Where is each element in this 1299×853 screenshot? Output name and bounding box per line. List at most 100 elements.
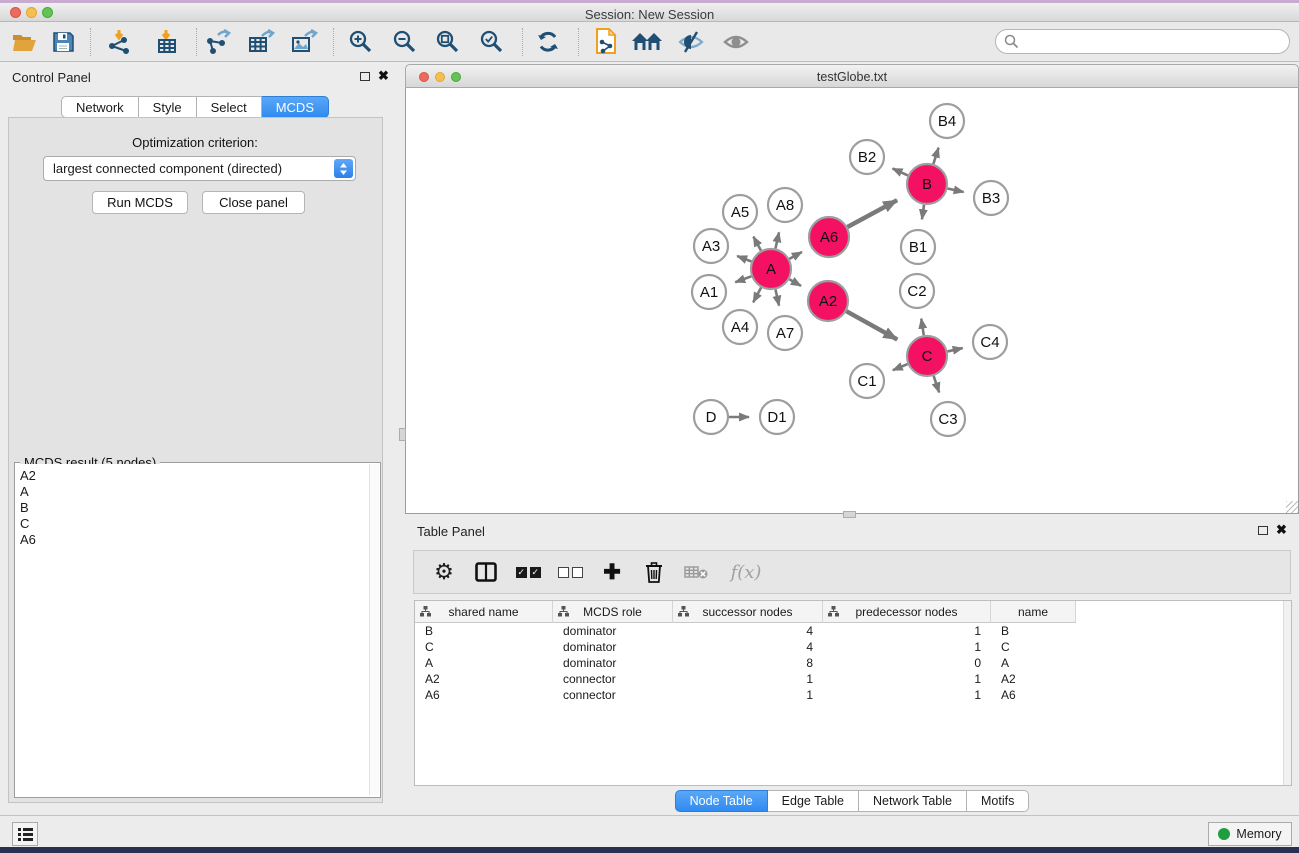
edge-A-A4[interactable] xyxy=(753,288,761,303)
tab-select[interactable]: Select xyxy=(197,96,262,118)
tree-hierarchy-icon xyxy=(828,606,839,617)
edge-A6-B[interactable] xyxy=(847,200,897,227)
network-from-document-icon[interactable] xyxy=(590,27,622,57)
zoom-selected-icon[interactable] xyxy=(476,27,508,57)
edge-C-C3[interactable] xyxy=(934,376,940,393)
search-field[interactable] xyxy=(995,29,1290,54)
tab-network[interactable]: Network xyxy=(61,96,139,118)
zoom-in-icon[interactable] xyxy=(345,27,377,57)
column-header-successor-nodes[interactable]: successor nodes xyxy=(673,601,823,623)
table-scrollbar[interactable] xyxy=(1283,601,1291,785)
edge-C-C2[interactable] xyxy=(921,319,924,336)
unselect-all-columns-icon[interactable] xyxy=(556,558,584,586)
result-item[interactable]: C xyxy=(20,516,368,532)
table-cell: 1 xyxy=(673,687,823,703)
toolbar-separator xyxy=(333,28,334,56)
network-graph[interactable]: B4B2BB3B1C2A5A8A6A3AA1A2A4A7C4CC1C3DD1 xyxy=(406,88,1298,512)
close-panel-button[interactable]: Close panel xyxy=(202,191,305,214)
search-input[interactable] xyxy=(1019,35,1269,49)
criterion-dropdown-value: largest connected component (directed) xyxy=(53,161,282,176)
show-graphics-details-icon[interactable] xyxy=(720,27,752,57)
show-column-icon[interactable] xyxy=(472,558,500,586)
table-header-row[interactable]: shared nameMCDS rolesuccessor nodesprede… xyxy=(415,601,1291,623)
run-mcds-button[interactable]: Run MCDS xyxy=(92,191,188,214)
tab-edge-table[interactable]: Edge Table xyxy=(768,790,859,812)
memory-button[interactable]: Memory xyxy=(1208,822,1292,846)
edge-B-B1[interactable] xyxy=(922,205,924,219)
table-row[interactable]: Bdominator41B xyxy=(415,623,1291,639)
zoom-fit-icon[interactable] xyxy=(432,27,464,57)
edge-B-B4[interactable] xyxy=(933,148,938,164)
edge-A-A2[interactable] xyxy=(789,279,801,286)
close-panel-icon[interactable]: ✖ xyxy=(378,71,389,81)
table-row[interactable]: Adominator80A xyxy=(415,655,1291,671)
tab-network-table[interactable]: Network Table xyxy=(859,790,967,812)
edge-A-A5[interactable] xyxy=(753,237,761,251)
resize-grip[interactable] xyxy=(1286,501,1298,513)
tab-motifs[interactable]: Motifs xyxy=(967,790,1029,812)
export-network-icon[interactable] xyxy=(202,27,234,57)
result-item[interactable]: A2 xyxy=(20,468,368,484)
node-label-B3: B3 xyxy=(982,190,1000,207)
mcds-result-scrollbar[interactable] xyxy=(369,464,379,795)
node-table[interactable]: shared nameMCDS rolesuccessor nodesprede… xyxy=(414,600,1292,786)
table-row[interactable]: A2connector11A2 xyxy=(415,671,1291,687)
edge-A-A7[interactable] xyxy=(775,290,779,306)
edge-B-B3[interactable] xyxy=(948,188,964,192)
column-header-name[interactable]: name xyxy=(991,601,1076,623)
network-frame-titlebar[interactable]: testGlobe.txt xyxy=(405,64,1299,88)
edge-C-C4[interactable] xyxy=(947,348,962,351)
add-column-icon[interactable]: ✚ xyxy=(598,558,626,586)
table-cell: B xyxy=(991,623,1076,639)
column-header-MCDS-role[interactable]: MCDS role xyxy=(553,601,673,623)
result-item[interactable]: A xyxy=(20,484,368,500)
open-session-icon[interactable] xyxy=(9,27,41,57)
node-label-A4: A4 xyxy=(731,319,749,336)
export-table-icon[interactable] xyxy=(245,27,277,57)
function-builder-icon[interactable]: f(x) xyxy=(724,558,768,586)
splitter-handle[interactable] xyxy=(843,511,856,518)
table-options-gear-icon[interactable]: ⚙ xyxy=(430,558,458,586)
column-header-predecessor-nodes[interactable]: predecessor nodes xyxy=(823,601,991,623)
float-panel-icon[interactable] xyxy=(360,72,370,81)
table-cell: dominator xyxy=(553,623,673,639)
edge-A-A6[interactable] xyxy=(789,252,801,259)
table-row[interactable]: A6connector11A6 xyxy=(415,687,1291,703)
table-row[interactable]: Cdominator41C xyxy=(415,639,1291,655)
task-manager-button[interactable] xyxy=(12,822,38,846)
mcds-result-list[interactable]: A2ABCA6 xyxy=(16,464,368,795)
result-item[interactable]: B xyxy=(20,500,368,516)
table-body[interactable]: Bdominator41BCdominator41CAdominator80AA… xyxy=(415,623,1291,703)
result-item[interactable]: A6 xyxy=(20,532,368,548)
zoom-out-icon[interactable] xyxy=(389,27,421,57)
edge-A-A8[interactable] xyxy=(775,232,779,248)
tab-mcds[interactable]: MCDS xyxy=(262,96,329,118)
edge-B-B2[interactable] xyxy=(893,168,908,175)
table-cell: A2 xyxy=(415,671,553,687)
delete-column-icon[interactable] xyxy=(640,558,668,586)
import-network-icon[interactable] xyxy=(104,27,136,57)
refresh-icon[interactable] xyxy=(532,27,564,57)
edge-A-A3[interactable] xyxy=(737,256,751,261)
criterion-dropdown[interactable]: largest connected component (directed) xyxy=(43,156,356,181)
tab-style[interactable]: Style xyxy=(139,96,197,118)
home-view-icon[interactable] xyxy=(631,27,663,57)
close-panel-icon[interactable]: ✖ xyxy=(1276,525,1287,535)
table-cell: B xyxy=(415,623,553,639)
table-cell: A6 xyxy=(991,687,1076,703)
tab-node-table[interactable]: Node Table xyxy=(675,790,768,812)
network-frame-title: testGlobe.txt xyxy=(406,70,1298,84)
import-table-icon[interactable] xyxy=(150,27,182,57)
column-header-shared-name[interactable]: shared name xyxy=(415,601,553,623)
network-canvas[interactable]: B4B2BB3B1C2A5A8A6A3AA1A2A4A7C4CC1C3DD1 xyxy=(405,88,1299,514)
edge-C-C1[interactable] xyxy=(893,364,908,370)
float-panel-icon[interactable] xyxy=(1258,526,1268,535)
save-session-icon[interactable] xyxy=(47,27,79,57)
export-image-icon[interactable] xyxy=(288,27,320,57)
splitter-handle[interactable] xyxy=(399,428,406,441)
select-all-columns-icon[interactable] xyxy=(514,558,542,586)
hide-graphics-details-icon[interactable] xyxy=(675,27,707,57)
delete-table-icon[interactable] xyxy=(682,558,710,586)
edge-A2-C[interactable] xyxy=(846,311,897,339)
edge-A-A1[interactable] xyxy=(735,276,751,282)
